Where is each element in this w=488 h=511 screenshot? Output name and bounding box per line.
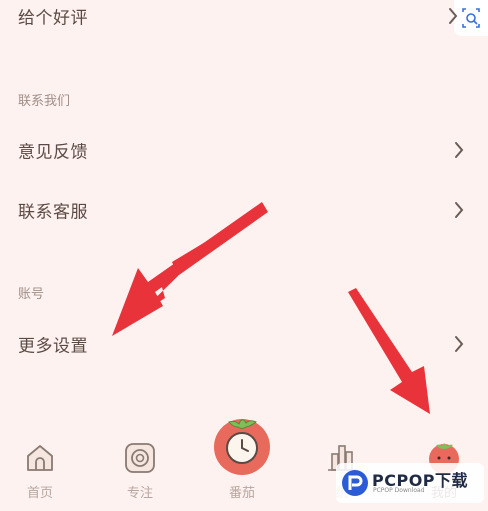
chevron-right-icon (449, 8, 458, 24)
rate-app-row[interactable]: 给个好评 (0, 0, 488, 38)
settings-screen: 给个好评 联系我们 意见反馈 联系客服 账号 更多设置 首页 专注 番茄 PCP… (0, 0, 488, 511)
customer-service-label: 联系客服 (18, 202, 88, 223)
tab-focus[interactable]: 专注 (110, 440, 170, 501)
more-settings-label: 更多设置 (18, 336, 88, 357)
watermark: PCPOP下载 PCPOP Download (336, 463, 484, 503)
tab-home-label: 首页 (26, 486, 53, 501)
tab-tomato-label: 番茄 (228, 486, 255, 501)
customer-service-row[interactable]: 联系客服 (0, 188, 488, 232)
account-section-header: 账号 (18, 287, 45, 302)
feedback-label: 意见反馈 (18, 142, 88, 163)
focus-icon (125, 443, 155, 473)
chevron-right-icon (455, 202, 464, 218)
chevron-right-icon (455, 142, 464, 158)
tab-home[interactable]: 首页 (10, 440, 70, 501)
tomato-clock-icon (214, 419, 270, 475)
tab-tomato[interactable]: 番茄 (206, 410, 278, 501)
more-settings-row[interactable]: 更多设置 (0, 322, 488, 366)
rate-app-label: 给个好评 (18, 8, 88, 29)
chevron-right-icon (455, 336, 464, 352)
tab-focus-label: 专注 (126, 486, 153, 501)
pcpop-logo-icon (342, 470, 368, 496)
contact-section-header: 联系我们 (18, 94, 71, 109)
watermark-sub: PCPOP Download (373, 487, 425, 494)
home-icon (27, 445, 53, 471)
feedback-row[interactable]: 意见反馈 (0, 128, 488, 172)
